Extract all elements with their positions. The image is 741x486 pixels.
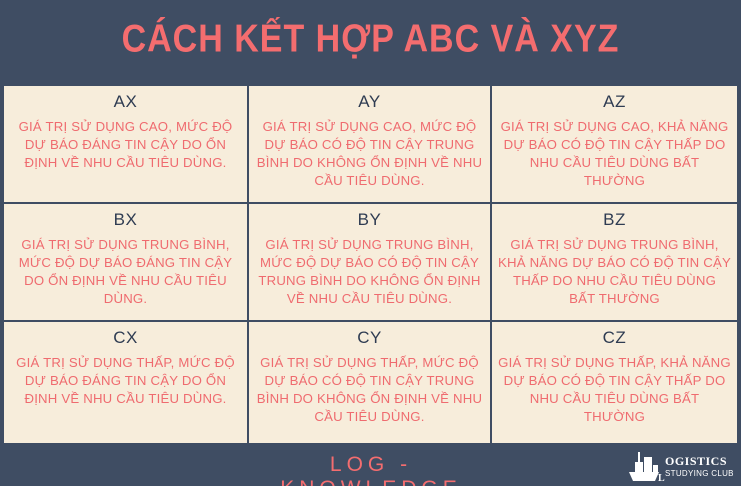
- cell-ax: AX GIÁ TRỊ SỬ DỤNG CAO, MỨC ĐỘ DỰ BÁO ĐÁ…: [3, 85, 248, 203]
- abc-xyz-grid: AX GIÁ TRỊ SỬ DỤNG CAO, MỨC ĐỘ DỰ BÁO ĐÁ…: [3, 85, 738, 444]
- cell-code: CY: [357, 328, 382, 347]
- cell-by: BY GIÁ TRỊ SỬ DỤNG TRUNG BÌNH, MỨC ĐỘ DỰ…: [248, 203, 491, 321]
- logo-initial: L: [658, 473, 665, 484]
- cell-description: GIÁ TRỊ SỬ DỤNG CAO, KHẢ NĂNG DỰ BÁO CÓ …: [500, 119, 729, 188]
- logistics-club-logo: L OGISTICS STUDYING CLUB: [625, 448, 737, 484]
- cell-ay: AY GIÁ TRỊ SỬ DỤNG CAO, MỨC ĐỘ DỰ BÁO CÓ…: [248, 85, 491, 203]
- cell-code: BX: [113, 210, 138, 229]
- footer: LOG - KNOWLEDGE L OGISTICS STUDYING CLUB: [0, 444, 741, 486]
- ship-logo-icon: L: [629, 452, 665, 484]
- cell-code: CX: [113, 328, 138, 347]
- cell-az: AZ GIÁ TRỊ SỬ DỤNG CAO, KHẢ NĂNG DỰ BÁO …: [491, 85, 738, 203]
- cell-description: GIÁ TRỊ SỬ DỤNG TRUNG BÌNH, KHẢ NĂNG DỰ …: [498, 237, 731, 306]
- infographic: CÁCH KẾT HỢP ABC VÀ XYZ AX GIÁ TRỊ SỬ DỤ…: [0, 0, 741, 486]
- cell-bx: BX GIÁ TRỊ SỬ DỤNG TRUNG BÌNH, MỨC ĐỘ DỰ…: [3, 203, 248, 321]
- cell-code: BY: [357, 210, 382, 229]
- cell-description: GIÁ TRỊ SỬ DỤNG TRUNG BÌNH, MỨC ĐỘ DỰ BÁ…: [258, 237, 481, 306]
- cell-code: AY: [358, 92, 381, 111]
- cell-bz: BZ GIÁ TRỊ SỬ DỤNG TRUNG BÌNH, KHẢ NĂNG …: [491, 203, 738, 321]
- cell-description: GIÁ TRỊ SỬ DỤNG THẤP, MỨC ĐỘ DỰ BÁO ĐÁNG…: [16, 355, 235, 406]
- header: CÁCH KẾT HỢP ABC VÀ XYZ: [0, 0, 741, 79]
- cell-description: GIÁ TRỊ SỬ DỤNG TRUNG BÌNH, MỨC ĐỘ DỰ BÁ…: [18, 237, 233, 306]
- page-title: CÁCH KẾT HỢP ABC VÀ XYZ: [121, 17, 620, 61]
- cell-cx: CX GIÁ TRỊ SỬ DỤNG THẤP, MỨC ĐỘ DỰ BÁO Đ…: [3, 321, 248, 444]
- cell-code: CZ: [602, 328, 627, 347]
- footer-text: LOG - KNOWLEDGE: [280, 453, 457, 486]
- logo-line-1: OGISTICS: [665, 454, 728, 468]
- cell-description: GIÁ TRỊ SỬ DỤNG CAO, MỨC ĐỘ DỰ BÁO ĐÁNG …: [18, 119, 233, 170]
- cell-cy: CY GIÁ TRỊ SỬ DỤNG THẤP, MỨC ĐỘ DỰ BÁO C…: [248, 321, 491, 444]
- cell-cz: CZ GIÁ TRỊ SỬ DỤNG THẤP, KHẢ NĂNG DỰ BÁO…: [491, 321, 738, 444]
- cell-description: GIÁ TRỊ SỬ DỤNG THẤP, KHẢ NĂNG DỰ BÁO CÓ…: [498, 355, 731, 424]
- cell-code: AX: [113, 92, 138, 111]
- cell-code: AZ: [603, 92, 626, 111]
- logo-line-2: STUDYING CLUB: [665, 469, 734, 478]
- cell-description: GIÁ TRỊ SỬ DỤNG THẤP, MỨC ĐỘ DỰ BÁO CÓ Đ…: [256, 355, 483, 424]
- cell-code: BZ: [603, 210, 626, 229]
- cell-description: GIÁ TRỊ SỬ DỤNG CAO, MỨC ĐỘ DỰ BÁO CÓ ĐỘ…: [256, 119, 483, 188]
